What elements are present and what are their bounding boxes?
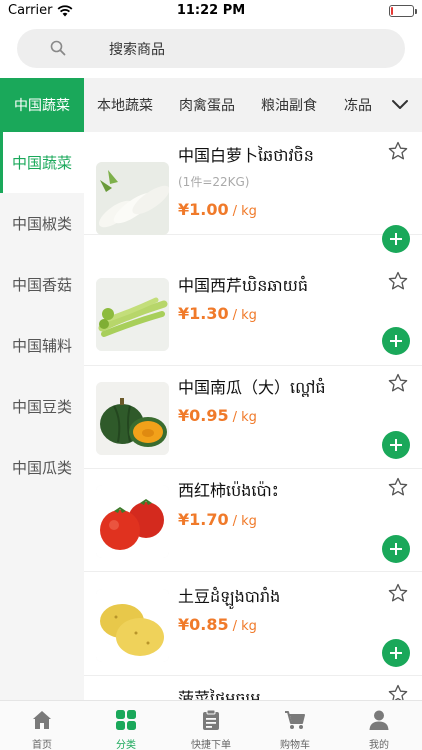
search-bar[interactable]: 搜索商品 <box>17 29 405 68</box>
price-value: ¥0.95 <box>178 406 229 425</box>
product-image-celery[interactable] <box>96 278 169 351</box>
sidebar-item-label: 中国蔬菜 <box>11 154 72 172</box>
nav-category[interactable]: 分类 <box>84 701 168 750</box>
sidebar-item-chinese-condiments[interactable]: 中国辅料 <box>0 315 84 376</box>
sidebar-item-chinese-mushrooms[interactable]: 中国香菇 <box>0 254 84 315</box>
product-item[interactable]: 中国西芹ឃិនឆាយធំ ¥1.30/ kg <box>84 263 422 366</box>
star-icon[interactable] <box>388 141 408 161</box>
star-icon[interactable] <box>388 373 408 393</box>
product-name: 中国白萝卜ឆៃថាវចិន <box>178 146 314 165</box>
price-value: ¥1.70 <box>178 510 229 529</box>
star-icon[interactable] <box>388 271 408 291</box>
tab-frozen[interactable]: 冻品 <box>330 78 386 132</box>
add-to-cart-button[interactable] <box>382 535 410 563</box>
tab-label: 本地蔬菜 <box>97 98 153 114</box>
battery-level <box>391 7 393 15</box>
add-to-cart-button[interactable] <box>382 639 410 667</box>
search-input[interactable]: 搜索商品 <box>109 39 165 59</box>
sidebar-item-chinese-melons[interactable]: 中国瓜类 <box>0 437 84 498</box>
product-item[interactable]: 西红柿ប៉េងប៉ោះ ¥1.70/ kg <box>84 469 422 572</box>
pumpkin-image <box>96 382 169 455</box>
status-bar: Carrier 11:22 PM <box>0 0 422 22</box>
sidebar-item-label: 中国豆类 <box>11 398 72 416</box>
tab-label: 肉禽蛋品 <box>179 98 235 114</box>
nav-label: 购物车 <box>280 740 310 750</box>
user-icon <box>369 710 389 730</box>
celery-image <box>96 278 169 351</box>
star-icon[interactable] <box>388 583 408 603</box>
nav-label: 首页 <box>32 740 52 750</box>
product-name: 中国南瓜（大）ល្ពៅធំ <box>178 378 326 397</box>
add-to-cart-button[interactable] <box>382 225 410 253</box>
star-icon[interactable] <box>388 477 408 497</box>
potato-image <box>96 589 169 662</box>
product-name: 中国西芹ឃិនឆាយធំ <box>178 276 309 295</box>
product-image-white-radish[interactable] <box>96 162 169 235</box>
sidebar-item-label: 中国香菇 <box>11 276 72 294</box>
price-unit: / kg <box>232 410 257 425</box>
nav-profile[interactable]: 我的 <box>337 701 421 750</box>
tab-meat-poultry-eggs[interactable]: 肉禽蛋品 <box>166 78 248 132</box>
white-radish-image <box>96 162 169 235</box>
category-tabs: 中国蔬菜 本地蔬菜 肉禽蛋品 粮油副食 冻品 <box>0 78 422 132</box>
tab-label: 中国蔬菜 <box>14 98 70 114</box>
clipboard-icon <box>203 709 219 730</box>
product-price: ¥1.70/ kg <box>178 510 257 529</box>
battery-icon <box>389 5 417 17</box>
price-unit: / kg <box>232 514 257 529</box>
nav-label: 快捷下单 <box>191 740 231 750</box>
clock: 11:22 PM <box>176 3 246 18</box>
nav-home[interactable]: 首页 <box>0 701 84 750</box>
product-name: 西红柿ប៉េងប៉ោះ <box>178 481 279 500</box>
sidebar-item-label: 中国椒类 <box>11 215 72 233</box>
product-item[interactable]: 菠菜ផ្ទៃមធ្យម <box>84 677 422 700</box>
tab-label: 粮油副食 <box>261 98 317 114</box>
nav-cart[interactable]: 购物车 <box>253 701 337 750</box>
product-item[interactable]: 中国白萝卜ឆៃថាវចិន (1件=22KG) ¥1.00/ kg <box>84 132 422 253</box>
product-price: ¥1.30/ kg <box>178 304 257 323</box>
search-icon <box>50 40 66 56</box>
add-to-cart-button[interactable] <box>382 431 410 459</box>
home-icon <box>33 711 51 729</box>
nav-label: 分类 <box>116 740 136 750</box>
sidebar-item-chinese-peppers[interactable]: 中国椒类 <box>0 193 84 254</box>
sidebar-item-label: 中国辅料 <box>11 337 72 355</box>
sidebar-item-chinese-beans[interactable]: 中国豆类 <box>0 376 84 437</box>
product-price: ¥1.00/ kg <box>178 200 257 219</box>
product-list: 中国白萝卜ឆៃថាវចិន (1件=22KG) ¥1.00/ kg 中国西芹ឃិ… <box>84 132 422 700</box>
price-unit: / kg <box>232 619 257 634</box>
price-value: ¥0.85 <box>178 615 229 634</box>
tomato-image <box>96 485 169 558</box>
add-to-cart-button[interactable] <box>382 327 410 355</box>
sidebar-item-chinese-vegetables[interactable]: 中国蔬菜 <box>0 132 84 193</box>
product-price: ¥0.95/ kg <box>178 406 257 425</box>
product-item[interactable]: 土豆ដំឡូងបារាំង ¥0.85/ kg <box>84 573 422 676</box>
price-value: ¥1.00 <box>178 200 229 219</box>
nav-label: 我的 <box>369 740 389 750</box>
bottom-nav: 首页 分类 快捷下单 购物车 我的 <box>0 700 422 750</box>
product-item[interactable]: 中国南瓜（大）ល្ពៅធំ ¥0.95/ kg <box>84 366 422 469</box>
tab-grain-oil[interactable]: 粮油副食 <box>248 78 330 132</box>
product-image-potato[interactable] <box>96 589 169 662</box>
product-image-tomato[interactable] <box>96 485 169 558</box>
tab-chinese-vegetables[interactable]: 中国蔬菜 <box>0 78 84 132</box>
category-icon <box>116 710 136 730</box>
tab-local-vegetables[interactable]: 本地蔬菜 <box>84 78 166 132</box>
product-name: 土豆ដំឡូងបារាំង <box>178 587 281 606</box>
cart-icon <box>285 711 305 729</box>
star-icon[interactable] <box>388 684 408 700</box>
product-image-pumpkin[interactable] <box>96 382 169 455</box>
sidebar: 中国蔬菜 中国椒类 中国香菇 中国辅料 中国豆类 中国瓜类 <box>0 132 84 700</box>
nav-quick-order[interactable]: 快捷下单 <box>169 701 253 750</box>
tab-label: 冻品 <box>344 98 372 114</box>
price-unit: / kg <box>232 308 257 323</box>
product-name: 菠菜ផ្ទៃមធ្យម <box>178 689 261 700</box>
price-value: ¥1.30 <box>178 304 229 323</box>
chevron-down-icon[interactable] <box>390 95 410 115</box>
product-spec: (1件=22KG) <box>178 175 250 189</box>
price-unit: / kg <box>232 204 257 219</box>
product-price: ¥0.85/ kg <box>178 615 257 634</box>
sidebar-item-label: 中国瓜类 <box>11 459 72 477</box>
